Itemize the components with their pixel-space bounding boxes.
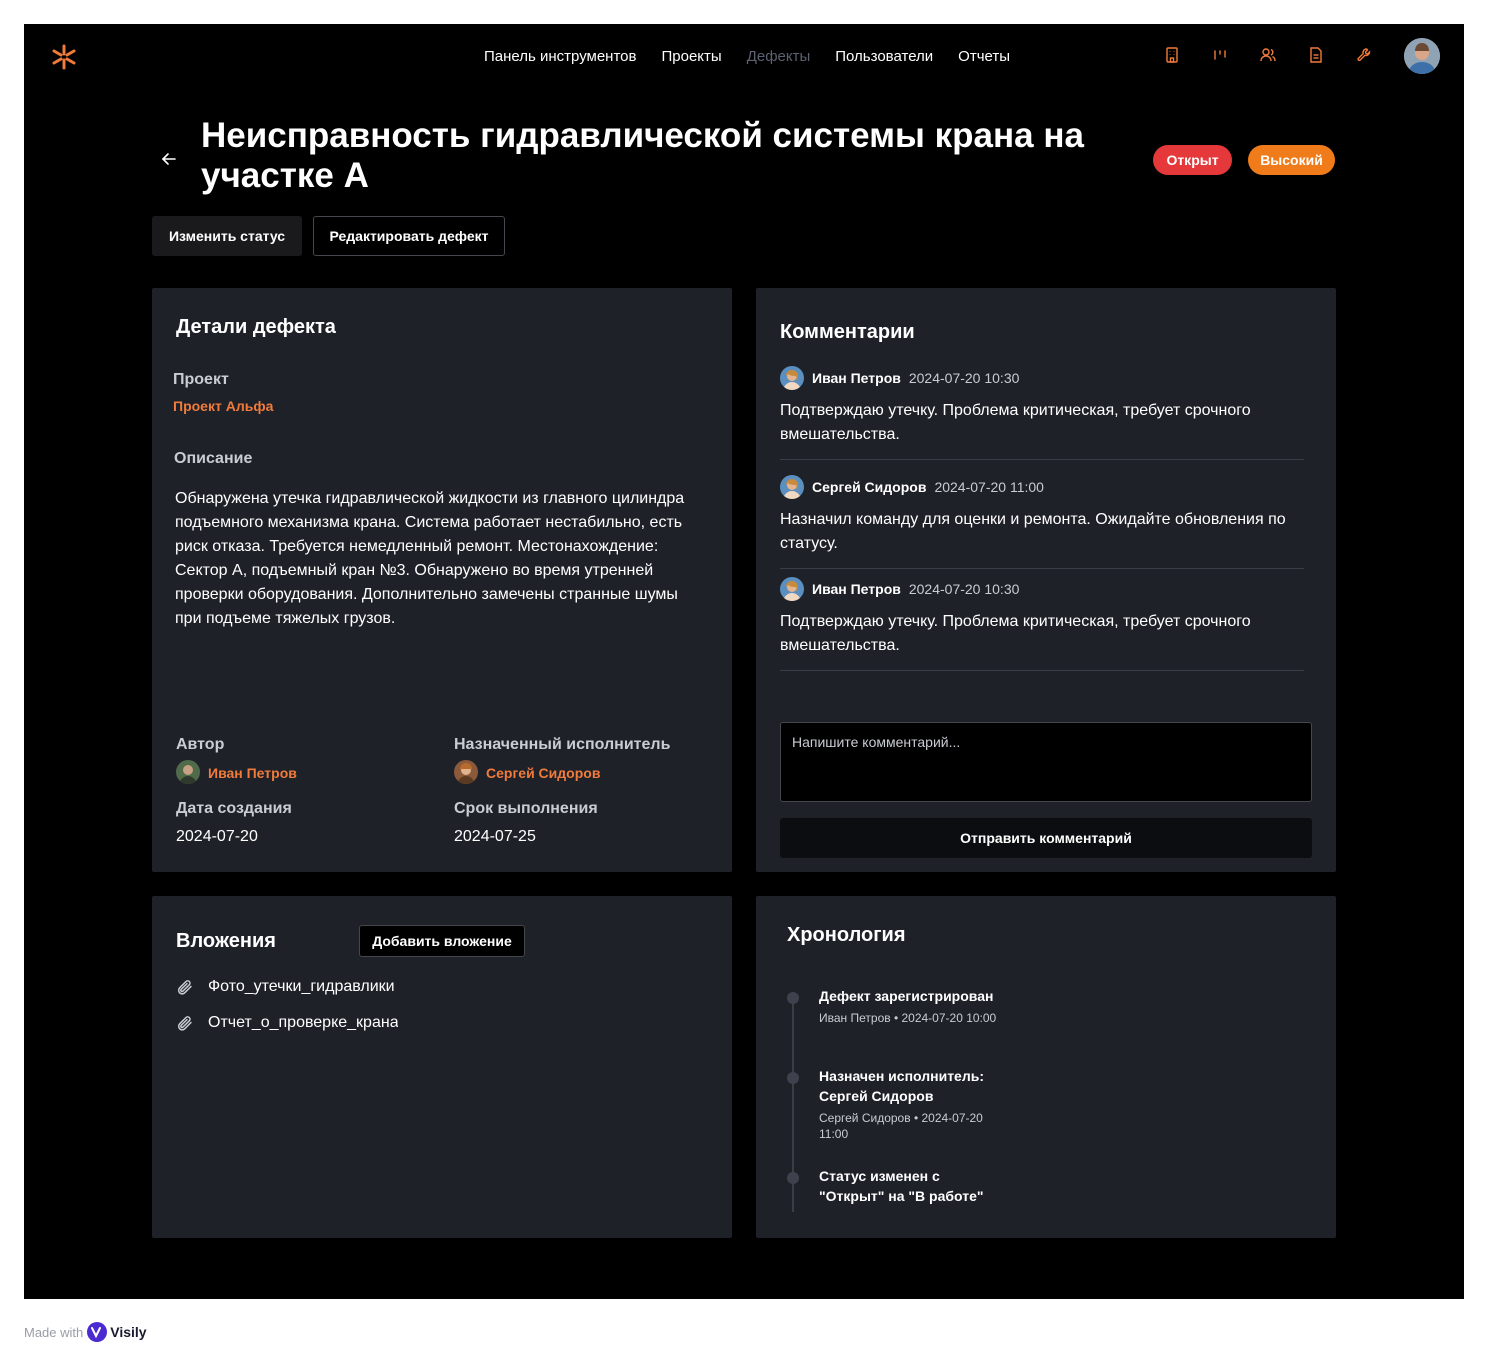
comment-item: Иван Петров 2024-07-20 10:30 Подтверждаю… (780, 577, 1304, 671)
nav-item-reports[interactable]: Отчеты (958, 47, 1010, 67)
made-with-footer: Made with Visily (24, 1322, 147, 1342)
comment-text: Назначил команду для оценки и ремонта. О… (780, 511, 1286, 552)
top-nav: Панель инструментов Проекты Дефекты Поль… (484, 47, 1010, 67)
nav-item-dashboard[interactable]: Панель инструментов (484, 47, 636, 67)
commenter-avatar (780, 577, 804, 601)
due-value: 2024-07-25 (454, 828, 536, 845)
comment-author: Сергей Сидоров (812, 479, 927, 495)
assignee-avatar (454, 760, 478, 784)
timeline-event-title: Дефект зарегистрирован (819, 988, 994, 1004)
comment-time: 2024-07-20 10:30 (908, 370, 1020, 386)
paperclip-icon (177, 1016, 192, 1031)
change-status-button[interactable]: Изменить статус (152, 216, 302, 256)
logo-icon[interactable] (50, 43, 78, 71)
comment-item: Иван Петров 2024-07-20 10:30 Подтверждаю… (780, 366, 1304, 460)
created-value: 2024-07-20 (176, 828, 258, 845)
created-label: Дата создания (176, 800, 292, 817)
due-label: Срок выполнения (454, 800, 598, 817)
timeline-dot (787, 1172, 799, 1184)
page-title: Неисправность гидравлической системы кра… (201, 116, 1084, 195)
attachment-name: Отчет_о_проверке_крана (208, 1014, 398, 1031)
assignee-label: Назначенный исполнитель (454, 736, 671, 753)
commenter-avatar (780, 366, 804, 390)
comment-time: 2024-07-20 10:30 (908, 581, 1020, 597)
paperclip-icon (177, 980, 192, 995)
description-text: Обнаружена утечка гидравлической жидкост… (175, 490, 685, 627)
nav-item-users[interactable]: Пользователи (835, 47, 933, 67)
send-comment-button[interactable]: Отправить комментарий (780, 818, 1312, 858)
app-window: Панель инструментов Проекты Дефекты Поль… (24, 24, 1464, 1299)
project-link[interactable]: Проект Альфа (173, 396, 273, 416)
author-avatar (176, 760, 200, 784)
comment-input[interactable]: Напишите комментарий... (780, 722, 1312, 802)
edit-defect-button[interactable]: Редактировать дефект (313, 216, 505, 256)
attachments-heading: Вложения (176, 930, 276, 952)
comment-time: 2024-07-20 11:00 (934, 479, 1044, 495)
timeline-event-title: Назначен исполнитель: Сергей Сидоров (819, 1068, 984, 1104)
users-icon[interactable] (1260, 46, 1276, 64)
comment-text: Подтверждаю утечку. Проблема критическая… (780, 402, 1251, 443)
made-with-text: Made with (24, 1324, 84, 1340)
kanban-icon[interactable] (1212, 46, 1228, 64)
visily-logo[interactable]: Visily (87, 1322, 147, 1342)
attachment-item[interactable]: Отчет_о_проверке_крана (176, 1011, 398, 1035)
building-icon[interactable] (1164, 46, 1180, 64)
timeline-event-title: Статус изменен с "Открыт" на "В работе" (819, 1168, 984, 1204)
attachment-item[interactable]: Фото_утечки_гидравлики (176, 975, 398, 999)
user-avatar[interactable] (1404, 38, 1440, 74)
comment-author: Иван Петров (812, 370, 901, 386)
add-attachment-button[interactable]: Добавить вложение (359, 925, 525, 957)
status-badge: Открыт (1153, 145, 1232, 175)
author-link[interactable]: Иван Петров (208, 763, 297, 783)
visily-brand: Visily (110, 1324, 147, 1340)
comment-text: Подтверждаю утечку. Проблема критическая… (780, 613, 1251, 654)
attachments-card: Вложения Добавить вложение Фото_утечки_г… (152, 896, 732, 1238)
comments-heading: Комментарии (780, 321, 915, 343)
assignee-link[interactable]: Сергей Сидоров (486, 763, 600, 783)
defect-details-card: Детали дефекта Проект Проект Альфа Описа… (152, 288, 732, 872)
commenter-avatar (780, 475, 804, 499)
document-icon[interactable] (1308, 46, 1324, 64)
nav-item-projects[interactable]: Проекты (661, 47, 721, 67)
project-label: Проект (173, 371, 229, 388)
nav-item-defects[interactable]: Дефекты (747, 47, 811, 67)
comment-item: Сергей Сидоров 2024-07-20 11:00 Назначил… (780, 475, 1304, 569)
visily-icon (87, 1322, 108, 1342)
comment-author: Иван Петров (812, 581, 901, 597)
header-icons (1164, 46, 1372, 64)
author-label: Автор (176, 736, 225, 753)
timeline-event-meta: Иван Петров • 2024-07-20 10:00 (819, 1011, 997, 1025)
priority-badge: Высокий (1248, 145, 1335, 175)
timeline-dot (787, 992, 799, 1004)
timeline-event-meta: Сергей Сидоров • 2024-07-20 11:00 (819, 1111, 983, 1141)
wrench-icon[interactable] (1356, 46, 1372, 64)
comments-card: Комментарии Иван Петров 2024-07-20 10:30… (756, 288, 1336, 872)
timeline-card: Хронология Дефект зарегистрирован Иван П… (756, 896, 1336, 1238)
timeline-dot (787, 1072, 799, 1084)
details-heading: Детали дефекта (176, 316, 336, 338)
description-label: Описание (174, 450, 253, 467)
timeline-heading: Хронология (787, 924, 906, 946)
attachment-name: Фото_утечки_гидравлики (208, 978, 395, 995)
back-arrow-icon[interactable] (160, 150, 178, 168)
